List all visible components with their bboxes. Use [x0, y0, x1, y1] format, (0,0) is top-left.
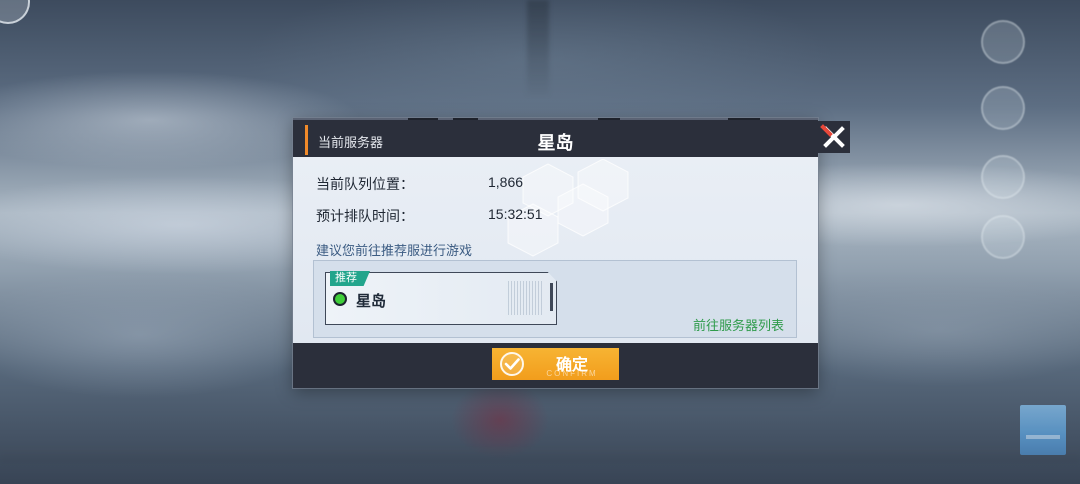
recommendation-hint: 建议您前往推荐服进行游戏 — [316, 243, 473, 258]
side-menu-icon-3[interactable] — [981, 155, 1025, 199]
server-list-link[interactable]: 前往服务器列表 — [693, 315, 784, 334]
close-icon — [820, 124, 845, 148]
confirm-sub-label: CONFIRM — [546, 369, 598, 378]
recommended-server-panel: 推荐 星岛 前往服务器列表 — [313, 260, 797, 338]
header-tick — [453, 118, 478, 120]
dialog-header: 当前服务器 星岛 — [293, 118, 818, 157]
close-button[interactable] — [818, 121, 850, 153]
dialog-footer: 确定 CONFIRM — [293, 343, 818, 388]
wait-time-value: 15:32:51 — [488, 206, 543, 222]
event-banner-icon[interactable] — [1020, 405, 1066, 455]
header-tick — [598, 118, 620, 120]
header-tick — [408, 118, 438, 120]
background-rail — [0, 448, 1080, 462]
recommended-tag: 推荐 — [330, 271, 370, 286]
online-status-icon — [333, 292, 347, 306]
queue-position-value: 1,866 — [488, 174, 524, 190]
dialog-body: 当前队列位置： 1,866 预计排队时间： 15:32:51 建议您前往推荐服进… — [293, 157, 818, 343]
header-tick — [728, 118, 760, 120]
side-menu-icon-1[interactable] — [981, 20, 1025, 64]
side-menu-icon-2[interactable] — [981, 86, 1025, 130]
barcode-decoration — [508, 281, 542, 315]
side-menu-icon-4[interactable] — [981, 215, 1025, 259]
check-circle-icon — [500, 352, 524, 376]
confirm-button[interactable]: 确定 CONFIRM — [492, 348, 619, 380]
wait-time-label: 预计排队时间： — [316, 208, 414, 224]
current-server-name: 星岛 — [537, 133, 574, 153]
queue-position-label: 当前队列位置： — [316, 176, 414, 192]
background-tower — [527, 0, 549, 95]
server-queue-dialog: 当前服务器 星岛 当前队列位置： 1,866 预计排队时间： 15:32:51 … — [293, 118, 818, 388]
recommended-server-name: 星岛 — [356, 293, 387, 310]
corner-button-icon[interactable] — [0, 0, 30, 24]
